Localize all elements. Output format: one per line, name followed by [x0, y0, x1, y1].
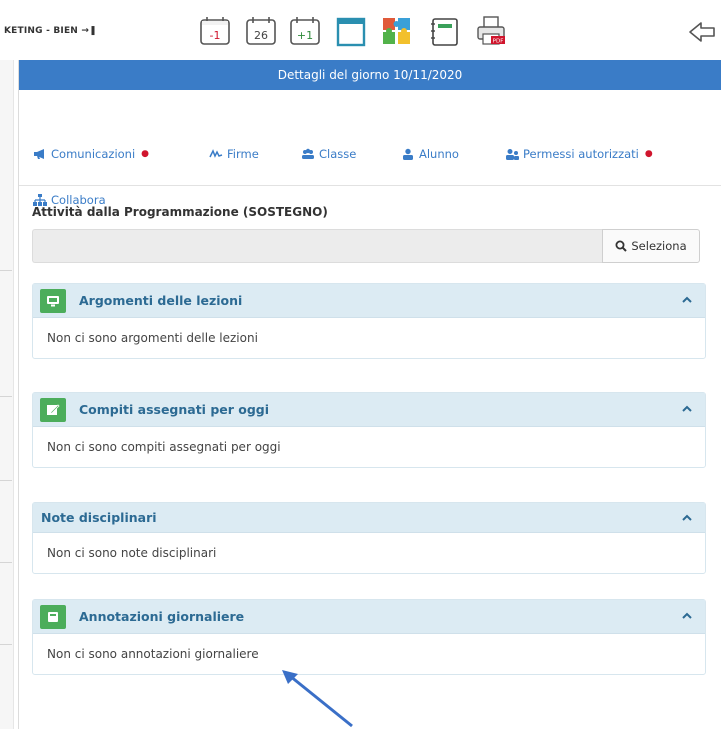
card-header[interactable]: Annotazioni giornaliere	[33, 600, 705, 634]
search-icon	[615, 240, 628, 252]
tab-comunicazioni-label: Comunicazioni	[51, 147, 136, 161]
edit-icon	[40, 398, 66, 422]
strip-tick	[0, 270, 12, 271]
card-title: Argomenti delle lezioni	[79, 293, 243, 308]
card-body-text: Non ci sono argomenti delle lezioni	[47, 331, 258, 345]
users-icon	[506, 149, 519, 160]
tab-permessi-autorizzati[interactable]: Permessi autorizzati ●	[505, 147, 653, 161]
notes-icon[interactable]	[428, 14, 462, 48]
card-annotazioni-giornaliere: Annotazioni giornaliere Non ci sono anno…	[32, 599, 706, 675]
calendar-today-icon[interactable]: 26	[244, 14, 278, 48]
pointer-arrow-icon	[282, 670, 353, 728]
pdf-print-icon[interactable]: PDF	[474, 14, 508, 48]
card-title: Compiti assegnati per oggi	[79, 402, 270, 417]
class-name-text: KETING - BIEN	[4, 26, 79, 36]
note-icon	[40, 605, 66, 629]
calendar-plus-one-label: +1	[297, 29, 313, 42]
tab-bar: Comunicazioni ● Firme Classe Alunno Perm…	[19, 90, 721, 207]
strip-tick	[0, 562, 12, 563]
card-title: Annotazioni giornaliere	[79, 609, 245, 624]
svg-text:PDF: PDF	[493, 39, 504, 45]
tab-alunno-label: Alunno	[419, 147, 459, 161]
programming-activity-input[interactable]	[32, 229, 602, 263]
strip-tick	[0, 396, 12, 397]
tab-firme[interactable]: Firme	[209, 147, 259, 161]
card-body-text: Non ci sono annotazioni giornaliere	[47, 647, 259, 661]
tab-permessi-label: Permessi autorizzati	[523, 147, 639, 161]
card-body-text: Non ci sono compiti assegnati per oggi	[47, 440, 281, 454]
top-toolbar: KETING - BIEN →❚ -1 26 +1 PDF	[0, 0, 721, 60]
group-icon	[302, 148, 314, 159]
programming-section-title: Attività dalla Programmazione (SOSTEGNO)	[32, 205, 328, 219]
calendar-today-label: 26	[254, 29, 268, 42]
card-header[interactable]: Argomenti delle lezioni	[33, 284, 705, 318]
strip-tick	[0, 480, 12, 481]
monitor-icon	[40, 289, 66, 313]
alert-dot: ●	[644, 149, 653, 159]
select-button[interactable]: Seleziona	[602, 229, 700, 263]
calendar-minus-one-icon[interactable]: -1	[198, 14, 232, 48]
chevron-up-icon[interactable]	[681, 512, 693, 524]
user-icon	[403, 148, 413, 160]
chevron-up-icon[interactable]	[681, 610, 693, 622]
card-body-text: Non ci sono note disciplinari	[47, 546, 217, 560]
blank-page-icon[interactable]	[334, 14, 368, 48]
card-note-disciplinari: Note disciplinari Non ci sono note disci…	[32, 502, 706, 574]
card-title: Note disciplinari	[41, 510, 157, 525]
puzzle-icon[interactable]	[380, 14, 414, 48]
chevron-up-icon[interactable]	[681, 403, 693, 415]
tab-alunno[interactable]: Alunno	[401, 147, 459, 161]
strip-tick	[0, 644, 12, 645]
tab-comunicazioni[interactable]: Comunicazioni ●	[33, 147, 149, 161]
class-switch-icon: →❚	[81, 26, 97, 36]
tab-firme-label: Firme	[227, 147, 259, 161]
select-button-label: Seleziona	[631, 239, 687, 253]
left-edge-strip	[0, 60, 14, 729]
panel-header: Dettagli del giorno 10/11/2020	[19, 60, 721, 90]
megaphone-icon	[34, 149, 44, 159]
card-compiti-assegnati: Compiti assegnati per oggi Non ci sono c…	[32, 392, 706, 468]
tab-classe[interactable]: Classe	[301, 147, 356, 161]
class-name-label[interactable]: KETING - BIEN →❚	[4, 26, 97, 36]
card-header[interactable]: Note disciplinari	[33, 503, 705, 533]
alert-dot: ●	[141, 149, 150, 159]
chevron-up-icon[interactable]	[681, 294, 693, 306]
tab-classe-label: Classe	[319, 147, 357, 161]
card-header[interactable]: Compiti assegnati per oggi	[33, 393, 705, 427]
calendar-minus-one-label: -1	[210, 29, 221, 42]
programming-select-row: Seleziona	[32, 229, 700, 263]
card-argomenti-lezioni: Argomenti delle lezioni Non ci sono argo…	[32, 283, 706, 359]
calendar-plus-one-icon[interactable]: +1	[288, 14, 322, 48]
back-arrow-icon[interactable]	[688, 20, 716, 44]
signature-icon	[209, 149, 223, 158]
